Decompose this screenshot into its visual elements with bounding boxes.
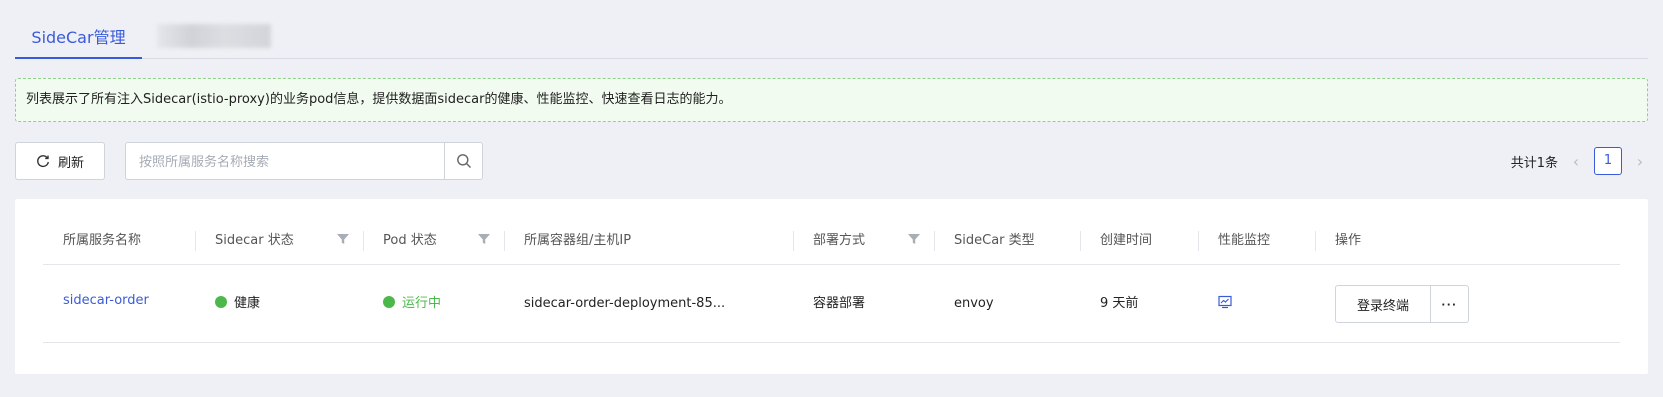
toolbar: 刷新 共计1条 ‹ 1 › bbox=[15, 142, 1648, 180]
column-divider bbox=[793, 231, 794, 251]
column-header-pod-status: Pod 状态 bbox=[363, 217, 504, 265]
column-header-created: 创建时间 bbox=[1080, 217, 1152, 265]
column-divider bbox=[363, 231, 364, 251]
more-actions-button[interactable]: ··· bbox=[1431, 285, 1469, 323]
column-header-monitor: 性能监控 bbox=[1198, 217, 1270, 265]
table-header: 所属服务名称 Sidecar 状态 Pod 状态 所属容器组/主机IP 部署方式… bbox=[43, 217, 1620, 265]
filter-icon[interactable] bbox=[477, 232, 491, 246]
search-box bbox=[125, 142, 483, 180]
status-dot-icon bbox=[383, 296, 395, 308]
tab-blurred[interactable] bbox=[157, 24, 271, 48]
filter-icon[interactable] bbox=[907, 232, 921, 246]
login-terminal-button[interactable]: 登录终端 bbox=[1335, 285, 1431, 323]
service-name-link[interactable]: sidecar-order bbox=[43, 265, 149, 343]
sidecar-table-card: 所属服务名称 Sidecar 状态 Pod 状态 所属容器组/主机IP 部署方式… bbox=[15, 199, 1648, 374]
chevron-left-icon[interactable]: ‹ bbox=[1568, 152, 1584, 171]
actions-cell: 登录终端 ··· bbox=[1335, 285, 1469, 323]
sidecar-type-cell: envoy bbox=[954, 296, 994, 311]
column-divider bbox=[1315, 231, 1316, 251]
tab-sidecar-management[interactable]: SideCar管理 bbox=[15, 22, 142, 59]
pagination: 共计1条 ‹ 1 › bbox=[1511, 142, 1648, 180]
column-header-pod-host: 所属容器组/主机IP bbox=[504, 217, 631, 265]
filter-icon[interactable] bbox=[336, 232, 350, 246]
pagination-total: 共计1条 bbox=[1510, 155, 1558, 171]
pod-host-cell: sidecar-order-deployment-85... bbox=[524, 296, 726, 311]
search-button[interactable] bbox=[444, 143, 482, 179]
search-icon bbox=[456, 154, 471, 168]
info-notice: 列表展示了所有注入Sidecar(istio-proxy)的业务pod信息，提供… bbox=[15, 78, 1648, 122]
refresh-button[interactable]: 刷新 bbox=[15, 142, 105, 180]
column-divider bbox=[1080, 231, 1081, 251]
chevron-right-icon[interactable]: › bbox=[1632, 152, 1648, 171]
column-header-actions: 操作 bbox=[1315, 217, 1361, 265]
refresh-icon bbox=[37, 155, 49, 168]
page-button-current[interactable]: 1 bbox=[1594, 147, 1622, 175]
table-row: sidecar-order 健康 运行中 sidecar-order-deplo… bbox=[43, 265, 1620, 343]
status-dot-icon bbox=[215, 296, 227, 308]
column-divider bbox=[195, 231, 196, 251]
column-divider bbox=[934, 231, 935, 251]
column-header-service: 所属服务名称 bbox=[63, 233, 142, 248]
pod-status-cell: 运行中 bbox=[363, 265, 441, 343]
column-header-sidecar-status: Sidecar 状态 bbox=[195, 217, 363, 265]
tab-bar: SideCar管理 bbox=[15, 14, 1648, 59]
column-divider bbox=[504, 231, 505, 251]
refresh-label: 刷新 bbox=[57, 154, 84, 170]
column-header-deploy-mode: 部署方式 bbox=[793, 217, 934, 265]
monitor-cell bbox=[1198, 265, 1232, 343]
created-time-cell: 9 天前 bbox=[1100, 296, 1139, 311]
sidecar-status-cell: 健康 bbox=[195, 265, 260, 343]
column-header-sidecar-type: SideCar 类型 bbox=[934, 217, 1035, 265]
deploy-mode-cell: 容器部署 bbox=[813, 296, 866, 311]
search-input[interactable] bbox=[126, 143, 446, 179]
monitor-icon[interactable] bbox=[1218, 295, 1232, 309]
more-icon: ··· bbox=[1441, 296, 1458, 312]
column-divider bbox=[1198, 231, 1199, 251]
